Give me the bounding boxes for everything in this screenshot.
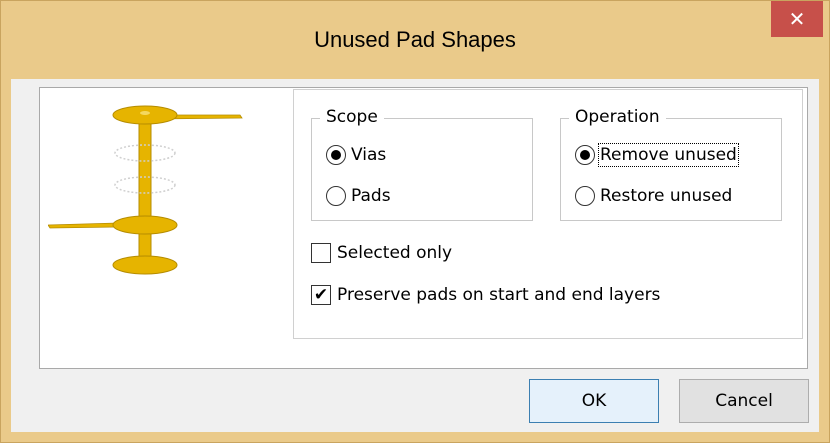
selected-only-label: Selected only [337,243,453,263]
preserve-pads-label: Preserve pads on start and end layers [337,285,661,305]
dialog-title: Unused Pad Shapes [314,27,516,52]
radio-pads-label: Pads [351,186,391,206]
radio-restore-unused[interactable]: Restore unused [575,186,732,206]
selected-only-checkbox[interactable] [311,243,331,263]
radio-vias[interactable]: Vias [326,145,386,165]
radio-vias-label: Vias [351,145,387,165]
via-pad-stack-icon [48,105,243,275]
radio-selected-dot [331,150,341,160]
radio-restore-unused-button[interactable] [575,186,595,206]
title-bar[interactable]: Unused Pad Shapes ✕ [1,1,829,79]
dialog-client-area: Scope Vias Pads Operation Remove unused [11,79,819,432]
dialog-window: Unused Pad Shapes ✕ Scope Vias Pads Oper… [0,0,830,443]
checkmark-icon: ✔ [313,284,329,305]
preserve-pads-checkbox-row[interactable]: ✔ Preserve pads on start and end layers [311,285,660,305]
ok-button[interactable]: OK [529,379,659,423]
cancel-button[interactable]: Cancel [679,379,809,423]
scope-group: Scope Vias Pads [311,107,533,221]
content-panel: Scope Vias Pads Operation Remove unused [39,87,808,369]
close-button[interactable]: ✕ [771,1,823,37]
radio-pads[interactable]: Pads [326,186,391,206]
close-icon: ✕ [788,7,806,31]
selected-only-checkbox-row[interactable]: Selected only [311,243,452,263]
radio-restore-unused-label: Restore unused [600,186,733,206]
options-panel: Scope Vias Pads Operation Remove unused [293,89,803,339]
preserve-pads-checkbox[interactable]: ✔ [311,285,331,305]
scope-legend: Scope [320,107,384,127]
radio-pads-button[interactable] [326,186,346,206]
radio-remove-unused-label: Remove unused [598,143,739,167]
radio-selected-dot [580,150,590,160]
radio-vias-button[interactable] [326,145,346,165]
operation-legend: Operation [569,107,666,127]
radio-remove-unused[interactable]: Remove unused [575,143,739,167]
radio-remove-unused-button[interactable] [575,145,595,165]
operation-group: Operation Remove unused Restore unused [560,107,782,221]
